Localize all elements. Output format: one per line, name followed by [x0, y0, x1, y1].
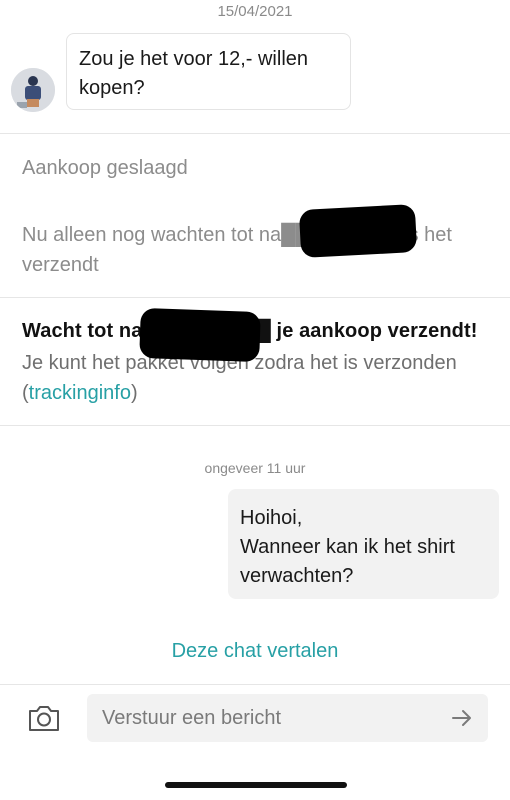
incoming-message-bubble: Zou je het voor 12,- willen kopen?	[66, 33, 351, 110]
avatar-image	[11, 68, 55, 112]
shipping-notice-body-end: )	[130, 382, 138, 404]
outgoing-message-bubble: Hoihoi, Wanneer kan ik het shirt verwach…	[228, 489, 499, 599]
divider	[0, 425, 510, 426]
message-timestamp: ongeveer 11 uur	[204, 460, 306, 476]
divider	[0, 297, 510, 298]
tracking-info-link[interactable]: trackinginfo	[29, 382, 131, 404]
message-input-placeholder: Verstuur een bericht	[102, 707, 281, 729]
divider	[0, 133, 510, 134]
purchase-status-title: Aankoop geslaagd	[22, 157, 188, 179]
message-input[interactable]: Verstuur een bericht	[87, 694, 488, 742]
camera-icon[interactable]	[27, 703, 61, 733]
shipping-notice-body: Je kunt het pakket volgen zodra het is v…	[22, 348, 492, 408]
translate-chat-link[interactable]: Deze chat vertalen	[0, 640, 510, 663]
avatar[interactable]	[11, 68, 55, 112]
send-arrow-icon[interactable]	[450, 706, 474, 730]
redaction-mark	[139, 307, 261, 363]
date-header: 15/04/2021	[217, 3, 293, 20]
composer-divider	[0, 684, 510, 685]
purchase-status-subtitle: Nu alleen nog wachten tot na█████████s h…	[22, 224, 452, 276]
redaction-mark	[298, 203, 418, 259]
home-indicator[interactable]	[165, 782, 347, 788]
